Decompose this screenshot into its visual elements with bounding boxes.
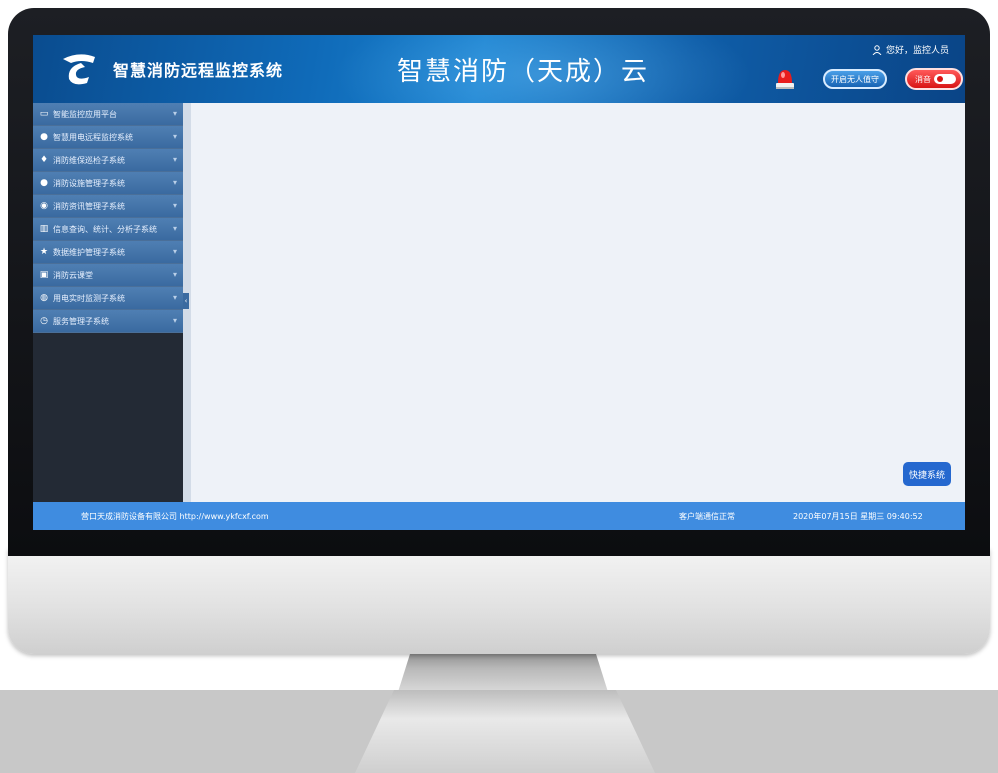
sidebar-item-label: 消防云课堂	[53, 270, 93, 280]
maintenance-icon: ♦	[39, 155, 49, 165]
monitor-icon: ▭	[39, 109, 49, 119]
info-icon: ◉	[40, 201, 48, 211]
chevron-down-icon: ▾	[172, 109, 177, 118]
chevron-down-icon: ▾	[172, 316, 177, 325]
user-greeting: 您好，监控人员	[885, 46, 949, 56]
sidebar-item[interactable]: ◍ 用电实时监测子系统 ▾	[33, 287, 183, 310]
classroom-icon: ▣	[39, 270, 49, 280]
chevron-down-icon: ▾	[172, 155, 177, 164]
sidebar-item-label: 智慧用电远程监控系统	[53, 132, 133, 142]
mute-toggle-icon	[934, 74, 956, 84]
sidebar-item[interactable]: ▭ 智能监控应用平台 ▾	[33, 103, 183, 126]
monitor-stand-base	[355, 690, 655, 773]
user-area[interactable]: 您好，监控人员	[872, 43, 949, 56]
sidebar-item[interactable]: ● 消防设施管理子系统 ▾	[33, 172, 183, 195]
sidebar-item-label: 数据维护管理子系统	[53, 247, 125, 257]
app-screen: 智慧消防远程监控系统 智慧消防（天成）云 您好，监控人员 开启无人值守 消音 ▭…	[33, 35, 965, 530]
company-logo-icon	[63, 54, 95, 85]
monitor-chin	[8, 548, 990, 654]
app-title: 智慧消防远程监控系统	[113, 61, 284, 80]
unmanned-mode-button[interactable]: 开启无人值守	[823, 69, 887, 89]
chart-icon: ▥	[39, 224, 49, 234]
chevron-down-icon: ▾	[172, 201, 177, 210]
sidebar-item-label: 消防资讯管理子系统	[53, 201, 125, 211]
sidebar-item[interactable]: ♦ 消防维保巡检子系统 ▾	[33, 149, 183, 172]
chevron-down-icon: ▾	[172, 132, 177, 141]
user-icon	[872, 44, 882, 55]
monitor-stand-neck	[398, 652, 608, 692]
sidebar-item-label: 消防维保巡检子系统	[53, 155, 125, 165]
service-icon: ◷	[40, 316, 48, 326]
mute-label: 消音	[915, 74, 931, 84]
sidebar-item[interactable]: ▣ 消防云课堂 ▾	[33, 264, 183, 287]
sidebar-item-label: 信息查询、统计、分析子系统	[53, 224, 157, 234]
chevron-down-icon: ▾	[172, 293, 177, 302]
sidebar-collapse-handle[interactable]: ‹	[183, 293, 189, 309]
sidebar-item[interactable]: ★ 数据维护管理子系统 ▾	[33, 241, 183, 264]
chevron-down-icon: ▾	[172, 270, 177, 279]
chevron-down-icon: ▾	[172, 178, 177, 187]
star-icon: ★	[39, 247, 49, 257]
facility-icon: ●	[40, 178, 48, 188]
status-footer: 营口天成消防设备有限公司 http://www.ykfcxf.com 客户端通信…	[33, 502, 965, 530]
chevron-down-icon: ▾	[172, 247, 177, 256]
sidebar-item-label: 消防设施管理子系统	[53, 178, 125, 188]
sidebar-item[interactable]: ◉ 消防资讯管理子系统 ▾	[33, 195, 183, 218]
mute-button[interactable]: 消音	[905, 68, 963, 90]
current-datetime: 2020年07月15日 星期三 09:40:52	[793, 512, 923, 521]
alarm-light-icon[interactable]	[773, 65, 797, 91]
power-icon: ●	[40, 132, 48, 142]
app-header: 智慧消防远程监控系统 智慧消防（天成）云 您好，监控人员 开启无人值守 消音	[33, 35, 965, 103]
cloud-title: 智慧消防（天成）云	[397, 57, 650, 87]
realtime-icon: ◍	[40, 293, 48, 303]
sidebar-item[interactable]: ◷ 服务管理子系统 ▾	[33, 310, 183, 333]
sidebar-item-label: 用电实时监测子系统	[53, 293, 125, 303]
quick-system-button[interactable]: 快捷系统	[903, 462, 951, 486]
chevron-down-icon: ▾	[172, 224, 177, 233]
main-content: 快捷系统	[191, 103, 965, 502]
connection-status: 客户端通信正常	[679, 512, 735, 521]
sidebar-item[interactable]: ▥ 信息查询、统计、分析子系统 ▾	[33, 218, 183, 241]
sidebar-item-label: 服务管理子系统	[53, 316, 109, 326]
sidebar-item[interactable]: ● 智慧用电远程监控系统 ▾	[33, 126, 183, 149]
sidebar-item-label: 智能监控应用平台	[53, 109, 117, 119]
sidebar: ▭ 智能监控应用平台 ▾ ● 智慧用电远程监控系统 ▾ ♦ 消防维保巡检子系统 ▾ ● 消防设施管理…	[33, 103, 183, 502]
company-info: 营口天成消防设备有限公司 http://www.ykfcxf.com	[81, 512, 269, 521]
